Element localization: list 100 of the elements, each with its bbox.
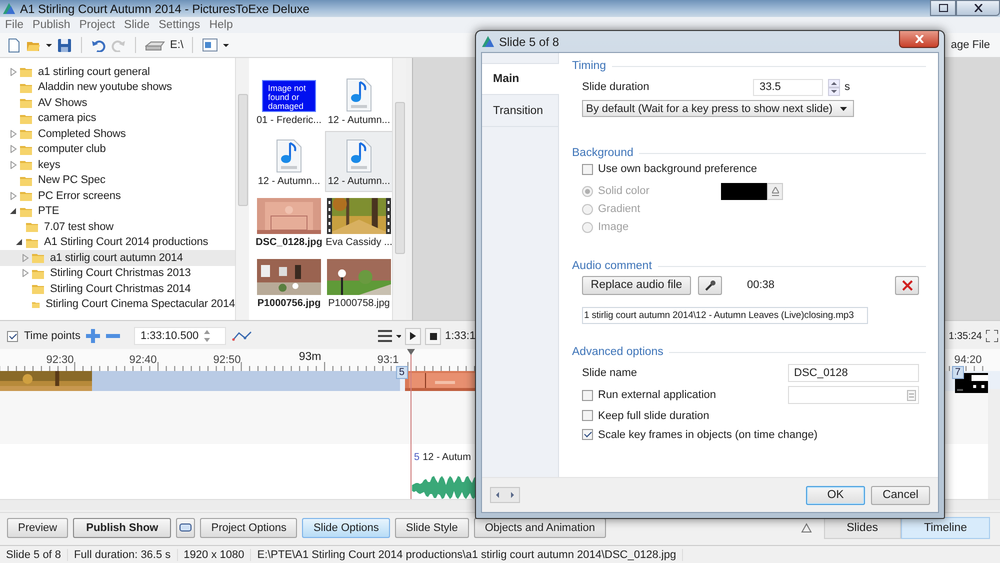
dropdown[interactable]: By default (Wait for a key press to show next slide) <box>582 100 854 117</box>
menu-icon[interactable] <box>378 330 392 342</box>
tree-item[interactable]: New PC Spec <box>0 172 235 188</box>
tab[interactable]: Transition <box>482 95 558 127</box>
tree-item[interactable]: PC Error screens <box>0 188 235 204</box>
caret-icon[interactable] <box>223 44 230 46</box>
expand-arrow-icon[interactable] <box>10 68 17 76</box>
stop-button[interactable] <box>425 328 441 344</box>
expand-arrow-icon[interactable] <box>22 269 29 278</box>
toolbar-button[interactable]: Publish Show <box>73 518 172 538</box>
menu-item[interactable]: File <box>5 19 24 31</box>
new-document-icon[interactable] <box>7 38 21 52</box>
slide-marker[interactable]: 7 <box>952 366 964 379</box>
view-tab[interactable]: Slides <box>824 517 901 539</box>
close-button[interactable] <box>899 31 939 48</box>
duration-field[interactable]: 33.5 <box>752 78 822 96</box>
radio-button[interactable] <box>582 222 593 232</box>
playhead-drawing[interactable] <box>407 349 415 499</box>
media-tile[interactable]: P1000756.jpg <box>255 253 323 314</box>
audio-file-field[interactable]: 1 stirlig court autumn 2014\12 - Autumn Leaves (Live)closing.mp3 <box>582 307 868 324</box>
tree-item[interactable]: Stirling Court Christmas 2013 <box>0 266 235 281</box>
undo-icon[interactable] <box>91 38 106 52</box>
menu-item[interactable]: Settings <box>158 19 200 31</box>
scrollbar[interactable] <box>392 58 406 320</box>
toolbar-button[interactable]: age File <box>950 39 990 51</box>
caret-icon[interactable] <box>46 44 52 46</box>
save-icon[interactable] <box>57 38 72 52</box>
media-tile[interactable]: 12 - Autumn... <box>325 70 392 131</box>
fullscreen-icon[interactable] <box>986 330 998 342</box>
navigation-buttons[interactable] <box>490 487 520 503</box>
menu-item[interactable]: Publish <box>32 19 70 31</box>
menu-item[interactable]: Project <box>79 19 116 31</box>
menu-item[interactable]: Help <box>209 19 233 31</box>
tree-item[interactable]: keys <box>0 157 235 172</box>
maximize-button[interactable] <box>930 0 956 16</box>
toolbar-button[interactable]: Slide Style <box>394 518 469 538</box>
tree-item[interactable]: PTE <box>0 204 235 219</box>
checkbox[interactable] <box>582 429 593 440</box>
media-tile[interactable]: DSC_0128.jpg <box>255 192 323 253</box>
expand-arrow-icon[interactable] <box>22 254 29 262</box>
drive-icon[interactable] <box>145 40 165 50</box>
color-picker-button[interactable] <box>767 182 783 200</box>
tab[interactable]: Main <box>482 63 559 95</box>
tree-item[interactable]: computer club <box>0 142 235 157</box>
tree-item[interactable]: Stirling Court Christmas 2014 <box>0 281 235 296</box>
collapse-arrow-icon[interactable] <box>16 238 23 246</box>
checkbox[interactable] <box>582 390 593 400</box>
ok-button[interactable]: OK <box>806 486 865 504</box>
tree-item[interactable]: 7.07 test show <box>0 219 235 234</box>
checkbox[interactable] <box>582 410 593 421</box>
tree-item[interactable]: Stirling Court Cinema Spectacular 2014 <box>0 296 235 312</box>
radio-button[interactable] <box>582 204 593 214</box>
tree-item[interactable]: Completed Shows <box>0 126 235 142</box>
scrollbar[interactable] <box>235 58 249 320</box>
tree-item[interactable]: camera pics <box>0 110 235 126</box>
tree-item[interactable]: A1 Stirling Court 2014 productions <box>0 234 235 250</box>
collapse-arrow-icon[interactable] <box>10 207 17 216</box>
checkbox[interactable] <box>7 330 18 342</box>
media-tile[interactable]: Eva Cassidy ... <box>325 192 392 253</box>
microphone-button[interactable] <box>698 276 722 294</box>
toolbar-button[interactable]: Preview <box>7 518 68 538</box>
time-field[interactable]: 1:33:10.500 <box>134 327 226 345</box>
view-tab[interactable]: Timeline <box>900 517 990 539</box>
application-field[interactable] <box>788 386 919 404</box>
toolbar-button[interactable]: Slide Options <box>302 518 390 538</box>
minus-icon[interactable] <box>106 334 120 338</box>
radio-button[interactable] <box>582 186 593 196</box>
toolbar-button[interactable]: Objects and Animation <box>474 518 606 538</box>
caret-icon[interactable] <box>396 334 401 338</box>
slide-name-field[interactable]: DSC_0128 <box>788 364 919 382</box>
play-button[interactable] <box>405 328 421 344</box>
expand-arrow-icon[interactable] <box>10 192 17 200</box>
checkbox[interactable] <box>582 164 593 174</box>
spinner-icon[interactable] <box>828 78 840 96</box>
curve-icon[interactable] <box>232 331 252 341</box>
drive-label[interactable]: E:\ <box>170 39 184 51</box>
tree-item[interactable]: a1 stirlig court autumn 2014 <box>0 250 235 266</box>
spinner-icon[interactable] <box>202 329 211 343</box>
slide-marker[interactable]: 5 <box>396 366 408 379</box>
tree-item[interactable]: Aladdin new youtube shows <box>0 80 235 95</box>
replace-audio-button[interactable]: Replace audio file <box>582 276 691 294</box>
color-swatch[interactable] <box>721 182 767 200</box>
media-tile[interactable]: Image not found or damaged 01 - Frederic... <box>255 70 323 131</box>
menu-item[interactable]: Slide <box>124 19 150 31</box>
toolbar-button[interactable]: Project Options <box>200 518 298 538</box>
expand-arrow-icon[interactable] <box>10 145 17 154</box>
media-tile[interactable]: 12 - Autumn... <box>325 131 392 192</box>
tree-item[interactable]: AV Shows <box>0 95 235 110</box>
scrollbar[interactable] <box>988 389 1000 499</box>
view-icon[interactable] <box>202 38 218 52</box>
expand-arrow-icon[interactable] <box>10 160 17 169</box>
plus-icon[interactable] <box>86 329 100 343</box>
screen-button[interactable] <box>176 518 196 538</box>
expand-arrow-icon[interactable] <box>10 130 17 138</box>
delete-button[interactable] <box>895 276 919 294</box>
media-tile[interactable]: P1000758.jpg <box>325 253 392 314</box>
cancel-button[interactable]: Cancel <box>871 486 930 504</box>
browse-icon[interactable] <box>907 390 916 400</box>
media-tile[interactable]: 12 - Autumn... <box>255 131 323 192</box>
tree-item[interactable]: a1 stirling court general <box>0 64 235 80</box>
